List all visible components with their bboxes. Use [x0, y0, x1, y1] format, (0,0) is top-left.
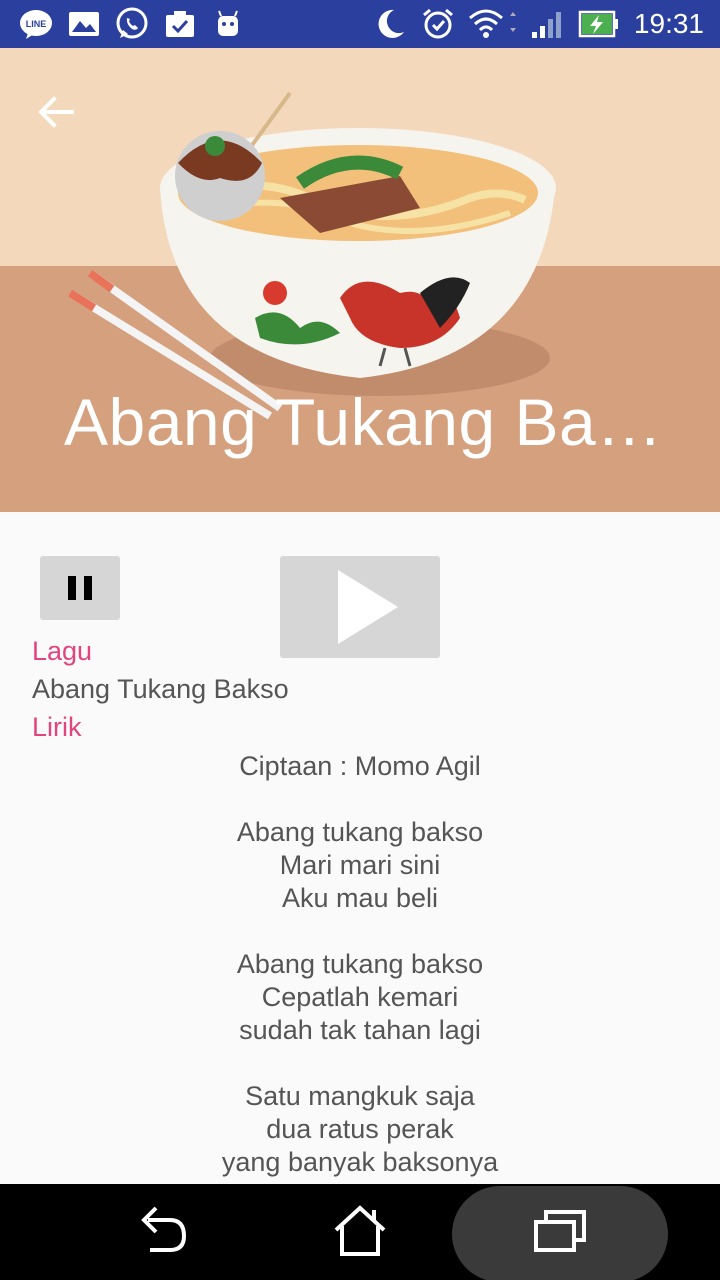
status-bar: LINE 19:31 — [0, 0, 720, 48]
lyrics-line: Mari mari sini — [279, 850, 441, 880]
nav-recents-button[interactable] — [500, 1184, 620, 1280]
lyrics-line: dua ratus perak — [266, 1114, 454, 1144]
back-button[interactable] — [28, 84, 84, 140]
android-icon — [218, 10, 238, 36]
lyrics-line — [0, 1047, 720, 1080]
nav-home-button[interactable] — [300, 1184, 420, 1280]
lyrics-line: Ciptaan : Momo Agil — [239, 751, 481, 781]
lyrics-line: yang banyak baksonya — [221, 1147, 499, 1177]
song-name: Abang Tukang Bakso — [32, 674, 289, 704]
lyrics-line: sudah tak tahan lagi — [239, 1015, 481, 1045]
svg-text:LINE: LINE — [26, 19, 47, 29]
lyrics-text: Ciptaan : Momo Agil Abang tukang bakso M… — [0, 750, 720, 1179]
lyrics-line: Abang tukang bakso — [236, 817, 484, 847]
lyrics-line — [0, 915, 720, 948]
lyrics-line: Aku mau beli — [281, 883, 439, 913]
lyrics-line: Satu mangkuk saja — [245, 1081, 475, 1111]
lyrics-line: Abang tukang bakso — [236, 949, 484, 979]
signal-icon — [532, 12, 561, 38]
lirik-label: Lirik — [32, 712, 82, 742]
pause-button[interactable] — [40, 556, 120, 620]
gallery-icon — [69, 12, 99, 36]
line-icon: LINE — [20, 10, 52, 39]
status-time: 19:31 — [633, 8, 704, 39]
play-icon — [338, 570, 398, 644]
nav-back-button[interactable] — [100, 1184, 220, 1280]
alarm-icon — [423, 8, 453, 39]
lyrics-line: Cepatlah kemari — [261, 982, 459, 1012]
header-image: Abang Tukang Bakso — [0, 48, 720, 512]
lyrics-line — [0, 783, 720, 816]
navigation-bar — [0, 1184, 720, 1280]
lagu-label: Lagu — [32, 636, 93, 666]
header-title: Abang Tukang Bakso — [64, 385, 664, 459]
clipboard-check-icon — [166, 11, 194, 37]
play-button[interactable] — [280, 556, 440, 658]
moon-icon — [378, 9, 404, 38]
battery-charging-icon — [578, 10, 618, 38]
pause-icon — [68, 576, 92, 600]
wifi-icon — [469, 9, 516, 38]
song-detail-content: Lagu Abang Tukang Bakso Lirik Ciptaan : … — [0, 512, 720, 1184]
whatsapp-icon — [116, 7, 148, 39]
